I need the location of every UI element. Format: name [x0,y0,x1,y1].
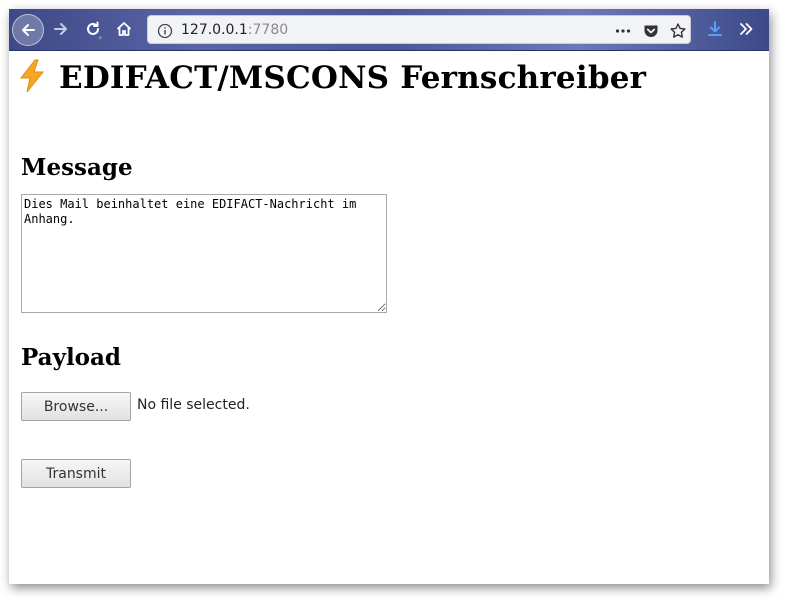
home-icon [116,22,132,36]
pocket-icon[interactable] [642,22,660,40]
file-status-text: No file selected. [137,397,250,413]
transmit-button[interactable]: Transmit [21,459,131,488]
browser-window: 127.0.0.1:7780 EDIFACT/MSCONS Fernschrei… [9,9,769,584]
overflow-icon [740,23,753,35]
reload-button[interactable] [79,15,107,43]
back-button[interactable] [12,14,44,46]
browser-toolbar: 127.0.0.1:7780 [9,9,769,51]
bookmark-star-icon[interactable] [669,22,687,40]
forward-button[interactable] [47,15,75,43]
message-heading: Message [21,154,133,181]
more-icon[interactable] [614,22,632,40]
url-text[interactable]: 127.0.0.1:7780 [181,22,288,38]
forward-icon [54,23,67,35]
overflow-menu-button[interactable] [732,15,760,43]
message-textarea[interactable]: Dies Mail beinhaltet eine EDIFACT-Nachri… [21,194,387,313]
browse-button[interactable]: Browse... [21,392,131,421]
url-host: 127.0.0.1 [181,22,248,38]
page-title-text: EDIFACT/MSCONS Fernschreiber [59,60,647,96]
url-port: :7780 [247,22,289,38]
download-icon [708,21,722,36]
address-bar[interactable]: 127.0.0.1:7780 [147,15,691,44]
downloads-button[interactable] [701,15,729,43]
home-button[interactable] [110,15,138,43]
info-icon[interactable] [156,22,174,40]
lightning-icon [19,59,45,93]
reload-icon [87,21,99,35]
page-content: EDIFACT/MSCONS Fernschreiber Message Die… [9,51,769,584]
back-icon [22,24,35,36]
payload-heading: Payload [21,344,122,371]
page-title: EDIFACT/MSCONS Fernschreiber [15,59,646,96]
